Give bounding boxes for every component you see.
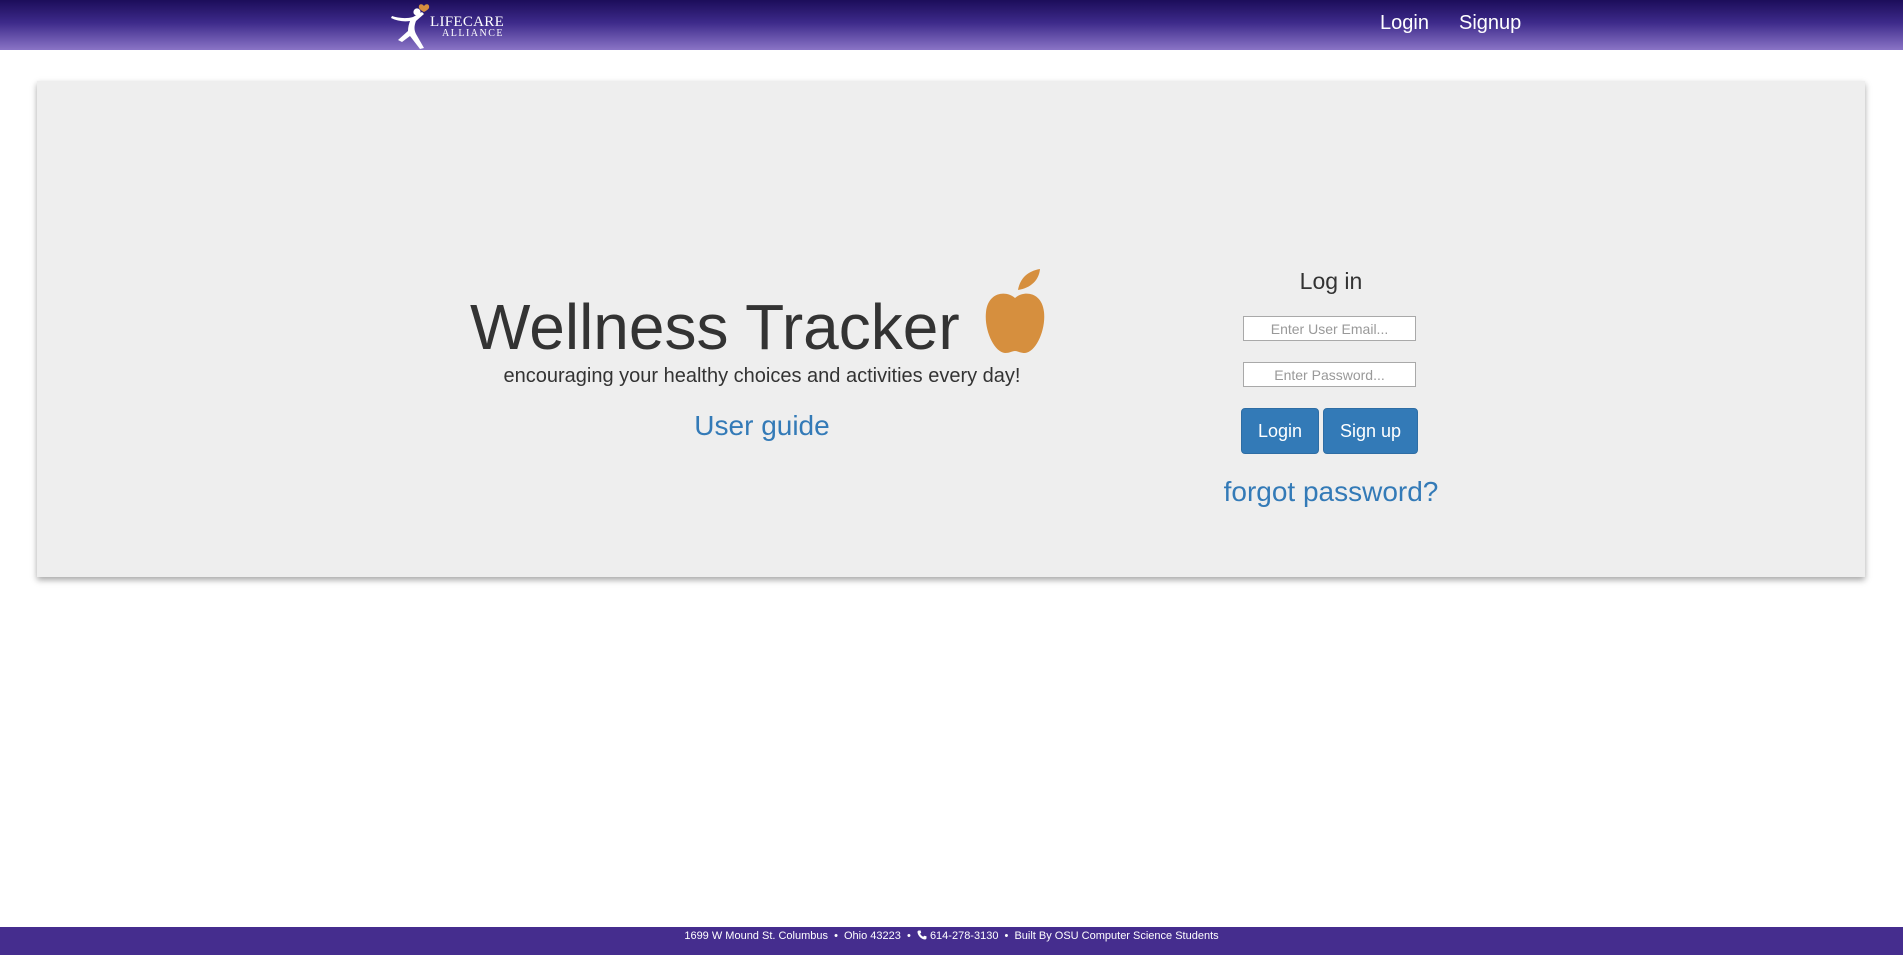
user-guide-link[interactable]: User guide xyxy=(470,410,1054,442)
forgot-password-link[interactable]: forgot password? xyxy=(1181,476,1481,508)
top-navbar: LIFECARE ALLIANCE Login Signup xyxy=(0,0,1903,50)
footer-credit: Built By OSU Computer Science Students xyxy=(1014,930,1219,942)
nav-login-link[interactable]: Login xyxy=(1380,12,1429,35)
nav-signup-link[interactable]: Signup xyxy=(1459,12,1521,35)
page-title: Wellness Tracker xyxy=(470,291,960,363)
tagline: encouraging your healthy choices and act… xyxy=(503,365,1021,387)
apple-icon xyxy=(985,269,1045,353)
footer-separator: • xyxy=(834,930,838,942)
footer-address: 1699 W Mound St. Columbus xyxy=(684,930,829,942)
password-field[interactable] xyxy=(1243,362,1416,387)
email-field[interactable] xyxy=(1243,316,1416,341)
brand-line2: ALLIANCE xyxy=(442,28,504,39)
login-button[interactable]: Login xyxy=(1241,408,1319,454)
phone-icon xyxy=(917,930,927,940)
brand-logo[interactable]: LIFECARE ALLIANCE xyxy=(386,0,516,50)
footer-separator: • xyxy=(1004,930,1009,942)
signup-button[interactable]: Sign up xyxy=(1323,408,1418,454)
footer-phone: 614-278-3130 xyxy=(929,930,999,942)
footer: 1699 W Mound St. Columbus • Ohio 43223 •… xyxy=(0,927,1903,955)
footer-state: Ohio 43223 xyxy=(844,930,901,942)
login-heading: Log in xyxy=(1299,268,1363,294)
footer-separator: • xyxy=(906,930,911,942)
